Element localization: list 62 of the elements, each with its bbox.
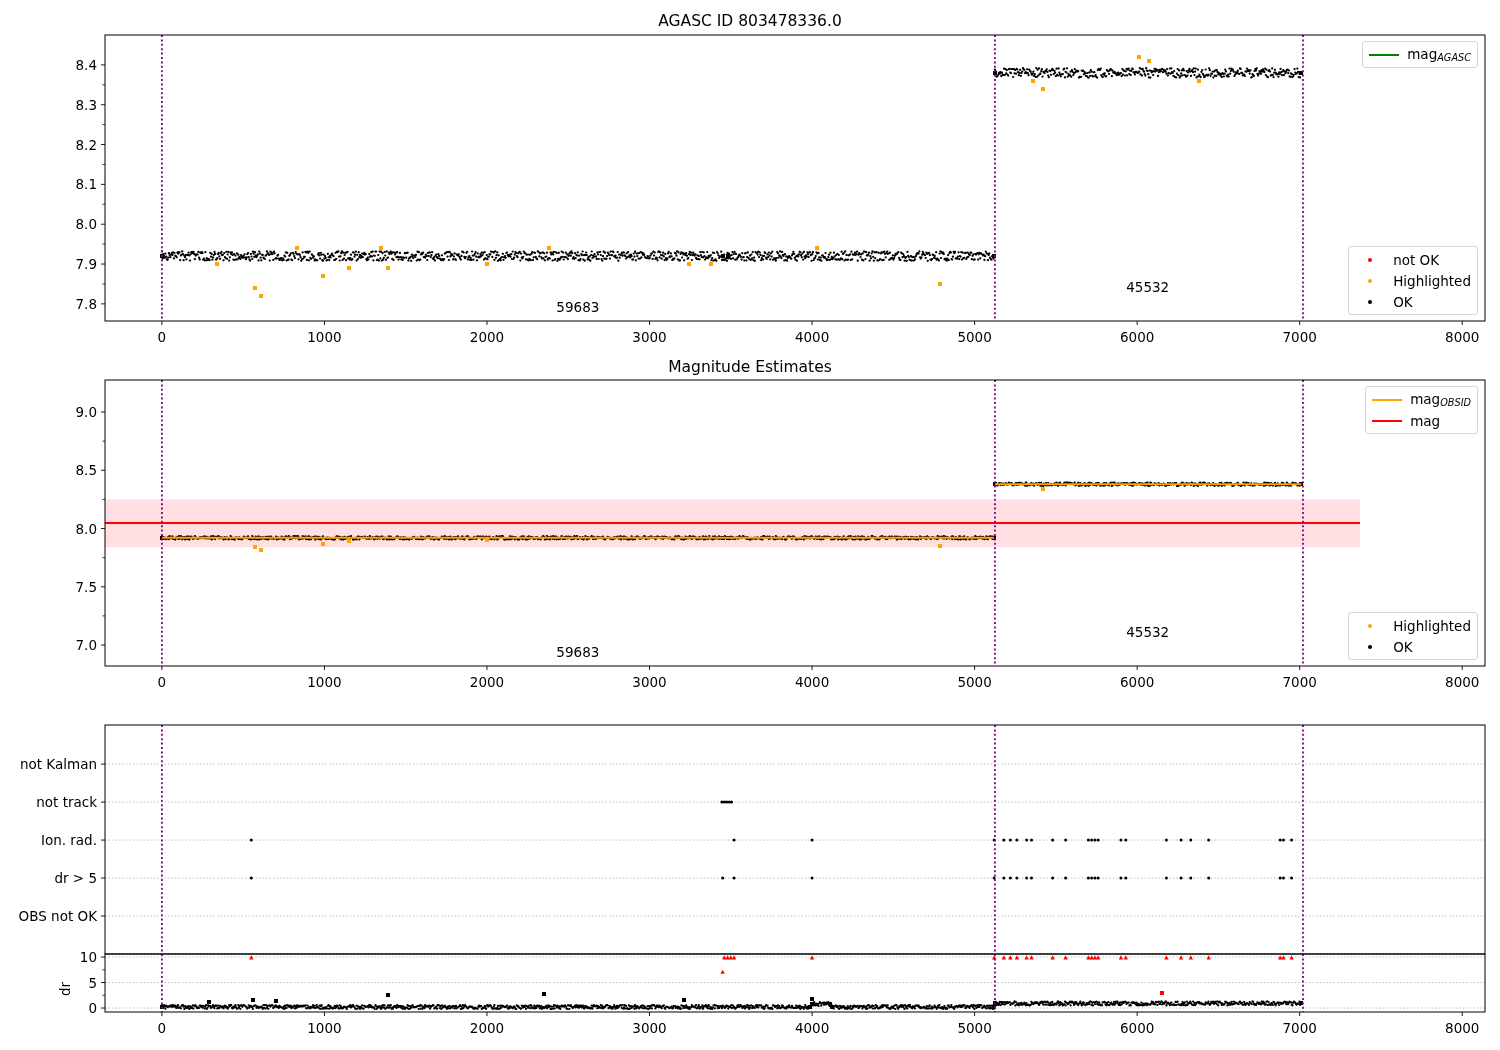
chart-title: Magnitude Estimates [668, 357, 832, 378]
tick-label: 7000 [1282, 674, 1317, 690]
tick-label: 4000 [794, 1020, 830, 1033]
tick-label: 7.5 [75, 578, 97, 595]
tick-label: 7.8 [75, 295, 97, 312]
tick-label: 7.9 [75, 256, 97, 273]
tick-label: 10 [79, 949, 97, 966]
tick-label: 1000 [307, 1020, 342, 1033]
legend-label: OK [1393, 293, 1413, 310]
tick-label: 2000 [469, 674, 505, 690]
tick-label: 4000 [794, 674, 830, 690]
tick-label: 9.0 [75, 404, 97, 421]
tick-label: 8000 [1445, 329, 1480, 345]
obsid-label: 59683 [556, 644, 600, 660]
tick-label: OBS not OK [18, 908, 97, 924]
legend-label: not OK [1393, 251, 1440, 268]
tick-label: 1000 [307, 329, 342, 345]
tick-label: 0 [157, 1020, 167, 1033]
legend-label: mag [1410, 412, 1441, 429]
legend-label: mag$_{AGASC}$ [1407, 45, 1471, 64]
tick-label: 3000 [632, 329, 667, 345]
tick-label: 7000 [1282, 329, 1317, 345]
legend-label: Highlighted [1393, 272, 1471, 289]
obsid-label: 45532 [1126, 624, 1170, 641]
tick-label: not track [36, 794, 97, 811]
legend-label: OK [1393, 638, 1413, 655]
tick-label: 8.0 [75, 216, 97, 233]
chart-title: AGASC ID 803478336.0 [658, 11, 842, 32]
tick-label: 6000 [1120, 329, 1155, 345]
tick-label: 1000 [307, 674, 342, 690]
tick-label: 0 [157, 329, 167, 345]
tick-label: 7000 [1282, 1020, 1317, 1033]
legend-label: Highlighted [1393, 617, 1471, 634]
tick-label: 8.4 [75, 56, 97, 73]
obsid-label: 59683 [556, 299, 600, 316]
legend-label: mag$_{OBSID}$ [1410, 390, 1471, 409]
tick-label: not Kalman [19, 756, 97, 773]
tick-label: 2000 [469, 329, 505, 345]
tick-label: 8.3 [75, 96, 97, 113]
tick-label: 8.5 [75, 462, 97, 479]
tick-label: 8.2 [75, 136, 97, 153]
tick-label: 8000 [1445, 674, 1480, 690]
tick-label: 6000 [1120, 1020, 1155, 1033]
tick-label: 0 [157, 674, 167, 690]
tick-label: 5000 [957, 329, 992, 345]
tick-label: 5000 [957, 1020, 992, 1033]
axis-label: dr [57, 981, 73, 997]
tick-label: 7.0 [75, 637, 97, 654]
obsid-label: 45532 [1126, 278, 1170, 295]
tick-label: 2000 [469, 1020, 505, 1033]
tick-label: 3000 [632, 1020, 667, 1033]
tick-label: 8.0 [75, 520, 97, 537]
tick-label: 5 [88, 974, 97, 991]
tick-label: 6000 [1120, 674, 1155, 690]
tick-label: 4000 [794, 329, 830, 345]
tick-label: 3000 [632, 674, 667, 690]
tick-label: dr > 5 [54, 870, 97, 887]
tick-label: 0 [88, 1000, 97, 1016]
tick-label: 8.1 [75, 176, 97, 193]
tick-label: Ion. rad. [40, 832, 97, 849]
tick-label: 5000 [957, 674, 992, 690]
tick-label: 8000 [1445, 1020, 1480, 1033]
